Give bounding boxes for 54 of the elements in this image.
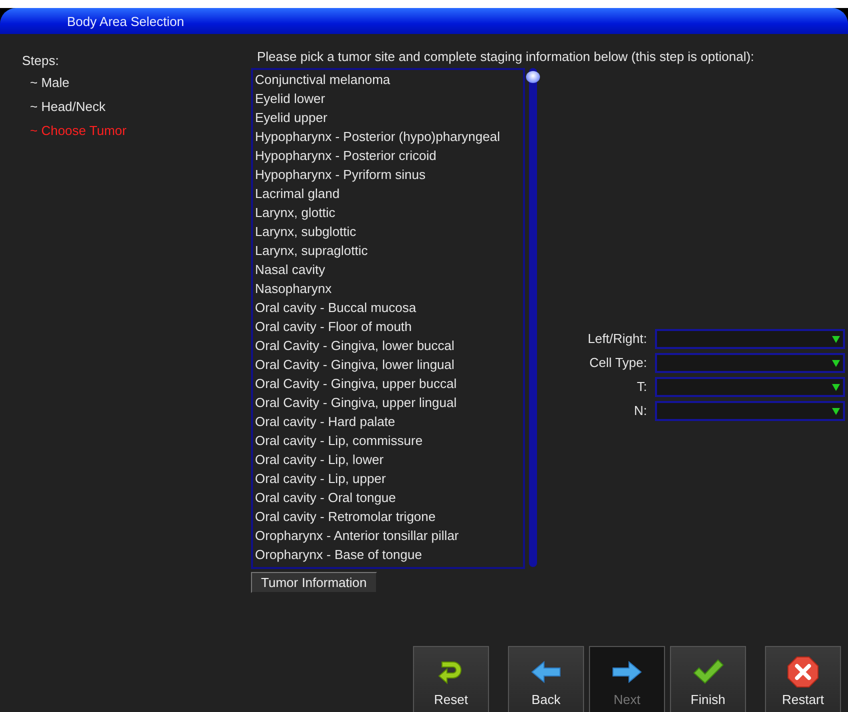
list-item[interactable]: Oropharynx - Anterior tonsillar pillar <box>255 526 523 545</box>
list-item[interactable]: Oral cavity - Lip, lower <box>255 450 523 469</box>
dropdown-arrow-icon <box>832 408 840 414</box>
step-item: ~ Head/Neck <box>30 98 107 116</box>
left-arrow-icon <box>530 660 562 684</box>
list-item[interactable]: Eyelid lower <box>255 89 523 108</box>
window-title: Body Area Selection <box>67 14 184 28</box>
field-label: Left/Right: <box>586 330 647 348</box>
list-item[interactable]: Oral cavity - Oral tongue <box>255 488 523 507</box>
list-item[interactable]: Larynx, glottic <box>255 203 523 222</box>
step-item: ~ Male <box>30 74 70 92</box>
list-item[interactable]: Oral Cavity - Gingiva, upper lingual <box>255 393 523 412</box>
dropdown[interactable] <box>655 353 845 373</box>
dropdown[interactable] <box>655 401 845 421</box>
list-item[interactable]: Oral cavity - Retromolar trigone <box>255 507 523 526</box>
dropdown-arrow-icon <box>832 384 840 390</box>
list-item[interactable]: Hypopharynx - Posterior (hypo)pharyngeal <box>255 127 523 146</box>
reset-button[interactable]: Reset <box>413 646 489 712</box>
list-item[interactable]: Larynx, supraglottic <box>255 241 523 260</box>
list-item[interactable]: Hypopharynx - Pyriform sinus <box>255 165 523 184</box>
list-item[interactable]: Hypopharynx - Posterior cricoid <box>255 146 523 165</box>
restart-button[interactable]: Restart <box>765 646 841 712</box>
steps-heading: Steps: <box>22 53 60 68</box>
list-item[interactable]: Oral Cavity - Gingiva, lower buccal <box>255 336 523 355</box>
list-item[interactable]: Conjunctival melanoma <box>255 70 523 89</box>
list-item[interactable]: Oral cavity - Lip, upper <box>255 469 523 488</box>
step-item: ~ Choose Tumor <box>30 122 128 140</box>
field-label: N: <box>633 402 647 420</box>
list-item[interactable]: Oral Cavity - Gingiva, upper buccal <box>255 374 523 393</box>
list-item[interactable]: Nasal cavity <box>255 260 523 279</box>
list-item[interactable]: Oral cavity - Buccal mucosa <box>255 298 523 317</box>
list-item[interactable]: Nasopharynx <box>255 279 523 298</box>
list-item[interactable]: Oropharynx - Base of tongue <box>255 545 523 564</box>
finish-button[interactable]: Finish <box>670 646 746 712</box>
list-item[interactable]: Oral cavity - Floor of mouth <box>255 317 523 336</box>
list-item[interactable]: Oral cavity - Lip, commissure <box>255 431 523 450</box>
tumor-information-button[interactable]: Tumor Information <box>251 572 377 593</box>
back-button[interactable]: Back <box>508 646 584 712</box>
field-label: T: <box>636 378 647 396</box>
field-label: Cell Type: <box>588 354 647 372</box>
list-item[interactable]: Lacrimal gland <box>255 184 523 203</box>
list-item[interactable]: Oral cavity - Hard palate <box>255 412 523 431</box>
scrollbar[interactable] <box>526 68 540 567</box>
dropdown[interactable] <box>655 329 845 349</box>
right-arrow-icon <box>611 660 643 684</box>
list-item[interactable]: Oral Cavity - Gingiva, lower lingual <box>255 355 523 374</box>
instruction-text: Please pick a tumor site and complete staging information below (this step is optional): <box>257 49 754 66</box>
list-item[interactable]: Larynx, subglottic <box>255 222 523 241</box>
dropdown[interactable] <box>655 377 845 397</box>
check-icon <box>692 658 724 686</box>
list-item[interactable]: Eyelid upper <box>255 108 523 127</box>
dropdown-arrow-icon <box>832 360 840 366</box>
close-icon <box>787 656 819 688</box>
dropdown-arrow-icon <box>832 336 840 342</box>
